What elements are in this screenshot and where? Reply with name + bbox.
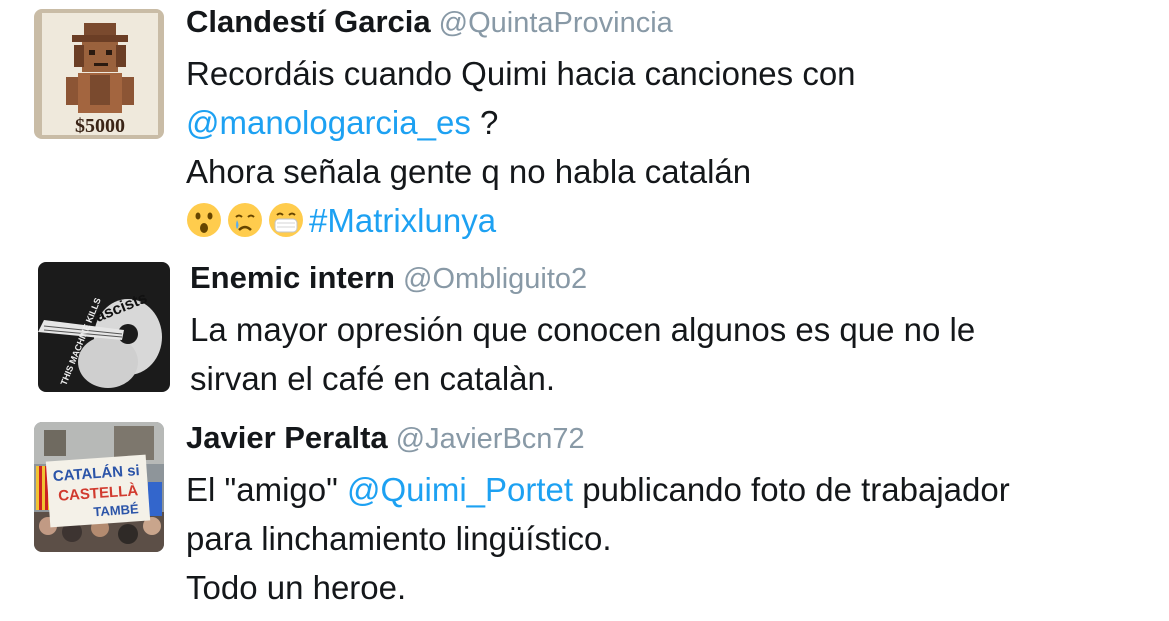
tweet-line: Todo un heroe. <box>186 569 407 606</box>
tweet-header: Clandestí Garcia @QuintaProvincia <box>186 4 1149 41</box>
tweet-text-fragment: publicando foto de trabajador <box>573 471 1010 508</box>
avatar[interactable]: fascists THIS MACHINE KILLS <box>38 262 170 392</box>
author-name[interactable]: Enemic intern <box>190 260 395 295</box>
tweet-2[interactable]: fascists THIS MACHINE KILLS Enemic inter… <box>0 252 1169 412</box>
mention-link[interactable]: @Quimi_Portet <box>347 471 573 508</box>
avatar-image: $5000 <box>34 9 164 139</box>
tweet-text-fragment: ? <box>470 104 499 141</box>
tweet-line: para linchamiento lingüístico. <box>186 520 612 557</box>
mention-link[interactable]: @manologarcia_es <box>186 104 471 141</box>
tweet-3[interactable]: CATALÁN si CASTELLÀ TAMBÉ Javier Peralta… <box>0 412 1169 621</box>
tweet-line: La mayor opresión que conocen algunos es… <box>190 311 976 348</box>
avatar-image: CATALÁN si CASTELLÀ TAMBÉ <box>34 422 164 552</box>
tweet-text: El "amigo" @Quimi_Portet publicando foto… <box>186 465 1149 612</box>
author-name[interactable]: Javier Peralta <box>186 420 388 455</box>
avatar-price-label: $5000 <box>75 115 125 137</box>
tweet-text: Recordáis cuando Quimi hacia canciones c… <box>186 49 1149 245</box>
avatar[interactable]: CATALÁN si CASTELLÀ TAMBÉ <box>34 422 164 552</box>
author-handle[interactable]: @JavierBcn72 <box>396 423 585 455</box>
crying-face-emoji <box>228 203 262 237</box>
tweet-header: Javier Peralta @JavierBcn72 <box>186 420 1149 457</box>
tweet-header: Enemic intern @Ombliguito2 <box>190 260 1149 297</box>
tweet-line: Ahora señala gente q no habla catalán <box>186 153 752 190</box>
author-handle[interactable]: @QuintaProvincia <box>439 7 673 39</box>
tweet-line: #Matrixlunya <box>186 196 1149 245</box>
astonished-face-emoji <box>187 203 221 237</box>
tweet-text-fragment: El "amigo" <box>186 471 347 508</box>
author-name[interactable]: Clandestí Garcia <box>186 4 431 39</box>
tweet-line: El "amigo" @Quimi_Portet publicando foto… <box>186 465 1149 514</box>
face-with-medical-mask-emoji <box>269 203 303 237</box>
avatar-image: fascists THIS MACHINE KILLS <box>38 262 170 392</box>
tweet-line: sirvan el café en catalàn. <box>190 360 556 397</box>
tweet-line: @manologarcia_es ? <box>186 98 1149 147</box>
avatar[interactable]: $5000 <box>34 9 164 139</box>
author-handle[interactable]: @Ombliguito2 <box>403 263 587 295</box>
avatar-banner-line-3: TAMBÉ <box>93 501 140 519</box>
tweet-1[interactable]: $5000 Clandestí Garcia @QuintaProvincia R… <box>0 0 1169 250</box>
tweet-line: Recordáis cuando Quimi hacia canciones c… <box>186 55 856 92</box>
hashtag-link[interactable]: #Matrixlunya <box>309 202 496 239</box>
tweet-text: La mayor opresión que conocen algunos es… <box>190 305 1149 403</box>
